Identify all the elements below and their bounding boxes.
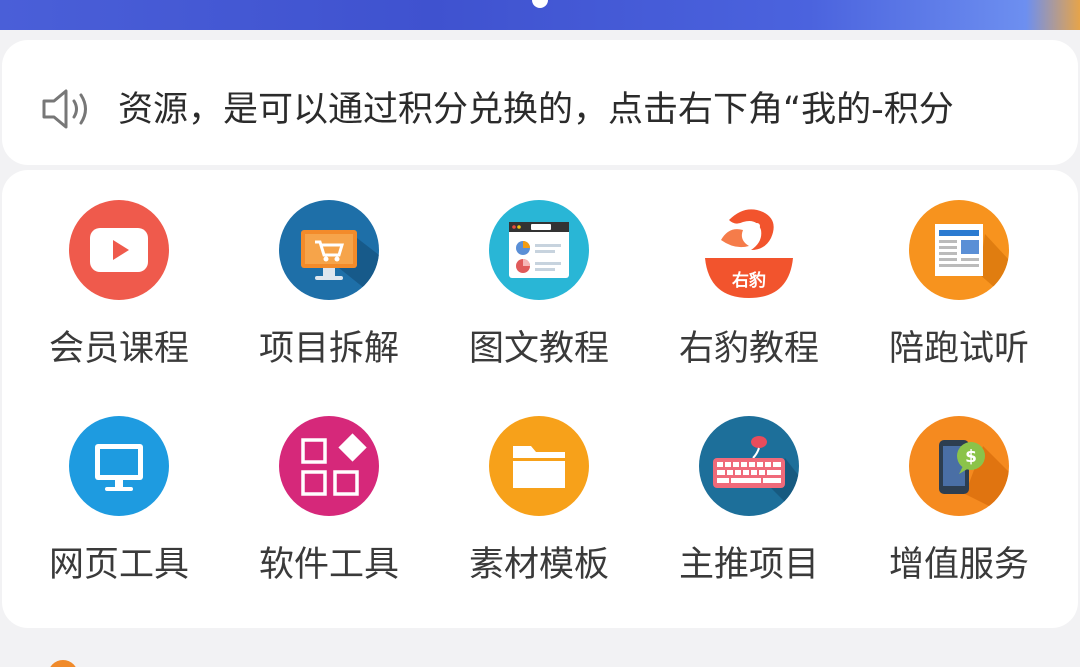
- notice-scrolling-text[interactable]: 资源，是可以通过积分兑换的，点击右下角“我的-积分: [118, 80, 1038, 140]
- menu-item-label: 增值服务: [888, 545, 1029, 585]
- folder-icon: [489, 416, 589, 516]
- menu-item-graphic-tutorials[interactable]: 图文教程: [434, 200, 644, 400]
- youbao-logo-icon: 右豹: [699, 200, 799, 300]
- menu-item-youbao-tutorials[interactable]: 右豹 右豹教程: [644, 200, 854, 400]
- top-banner[interactable]: [0, 0, 1080, 30]
- menu-item-web-tools[interactable]: 网页工具: [14, 416, 224, 616]
- monitor-cart-icon: [279, 200, 379, 300]
- menu-item-value-added-services[interactable]: $ 增值服务: [854, 416, 1064, 616]
- speaker-icon: [42, 89, 87, 129]
- desktop-monitor-icon: [69, 416, 169, 516]
- newspaper-icon: [909, 200, 1009, 300]
- play-video-icon: [69, 200, 169, 300]
- menu-item-label: 网页工具: [48, 545, 189, 585]
- menu-item-label: 右豹教程: [678, 329, 819, 369]
- svg-text:右豹: 右豹: [732, 270, 766, 291]
- menu-item-label: 项目拆解: [258, 329, 399, 369]
- menu-item-label: 软件工具: [258, 545, 399, 585]
- menu-item-project-breakdown[interactable]: 项目拆解: [224, 200, 434, 400]
- menu-item-trial-coaching[interactable]: 陪跑试听: [854, 200, 1064, 400]
- menu-item-label: 陪跑试听: [888, 329, 1029, 369]
- section-icon: [48, 660, 78, 667]
- menu-item-featured-projects[interactable]: 主推项目: [644, 416, 854, 616]
- app-grid-icon: [279, 416, 379, 516]
- banner-indicator-dot: [532, 0, 548, 8]
- menu-item-software-tools[interactable]: 软件工具: [224, 416, 434, 616]
- menu-item-label: 图文教程: [468, 329, 609, 369]
- browser-document-icon: [489, 200, 589, 300]
- menu-item-label: 会员课程: [48, 329, 189, 369]
- phone-dollar-icon: $: [909, 416, 1009, 516]
- menu-item-label: 素材模板: [468, 545, 609, 585]
- menu-item-material-templates[interactable]: 素材模板: [434, 416, 644, 616]
- menu-item-label: 主推项目: [678, 545, 819, 585]
- menu-item-member-courses[interactable]: 会员课程: [14, 200, 224, 400]
- keyboard-icon: [699, 416, 799, 516]
- svg-text:$: $: [965, 447, 977, 467]
